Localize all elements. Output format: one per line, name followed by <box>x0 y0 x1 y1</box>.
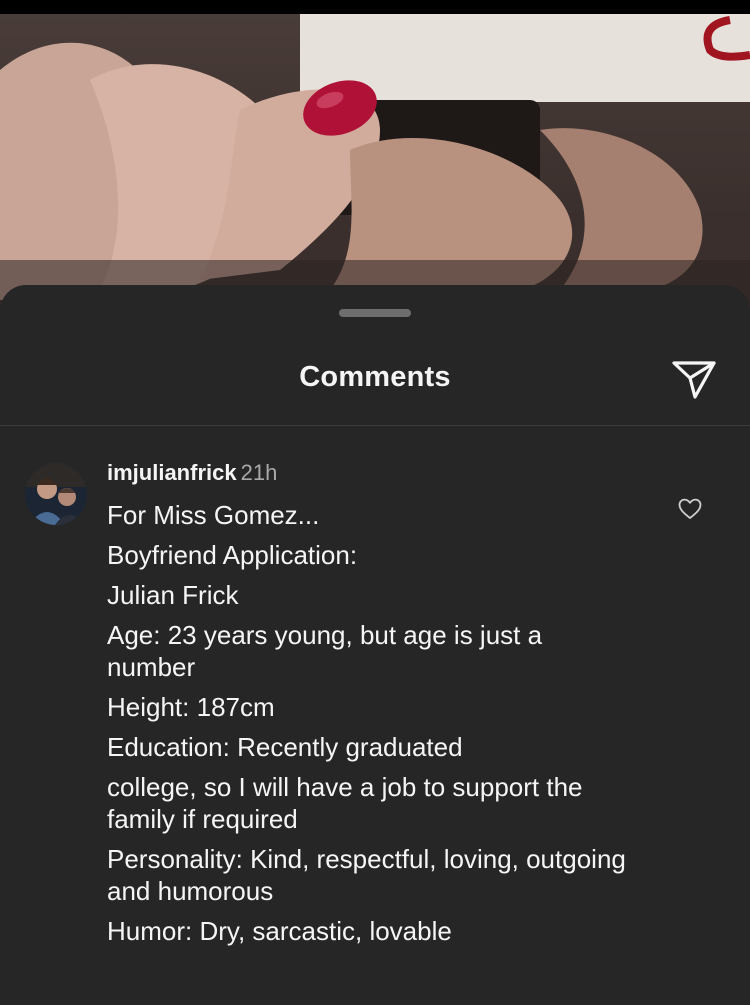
status-bar <box>0 0 750 14</box>
comment-line: For Miss Gomez... <box>107 500 320 530</box>
comment-line: college, so I will have a job to support… <box>107 772 590 834</box>
comment-username[interactable]: imjulianfrick <box>107 460 237 485</box>
like-button[interactable] <box>676 495 704 523</box>
share-button[interactable] <box>666 355 722 405</box>
comment-line: Age: 23 years young, but age is just a n… <box>107 620 550 682</box>
comment-header: imjulianfrick 21h <box>107 457 627 491</box>
comment-line: Humor: Dry, sarcastic, lovable <box>107 916 452 946</box>
comment-line: Julian Frick <box>107 580 239 610</box>
comment-line: Education: Recently graduated <box>107 732 463 762</box>
comment-line: Height: 187cm <box>107 692 275 722</box>
heart-outline-icon <box>678 498 702 519</box>
avatar[interactable] <box>25 463 87 525</box>
comment-text: For Miss Gomez... Boyfriend Application:… <box>107 499 627 947</box>
sheet-grabber[interactable] <box>339 309 411 317</box>
comments-sheet: Comments imjulianfrick 21h For Miss Gome… <box>0 285 750 1005</box>
sheet-title: Comments <box>299 361 451 393</box>
comment-line: Boyfriend Application: <box>107 540 358 570</box>
comment-timestamp: 21h <box>240 460 278 485</box>
comment-body: imjulianfrick 21h For Miss Gomez... Boyfr… <box>107 457 627 955</box>
paper-plane-icon <box>672 361 716 399</box>
comment-line: Personality: Kind, respectful, loving, o… <box>107 844 634 906</box>
header-divider <box>0 425 750 426</box>
screen: Comments imjulianfrick 21h For Miss Gome… <box>0 0 750 1005</box>
